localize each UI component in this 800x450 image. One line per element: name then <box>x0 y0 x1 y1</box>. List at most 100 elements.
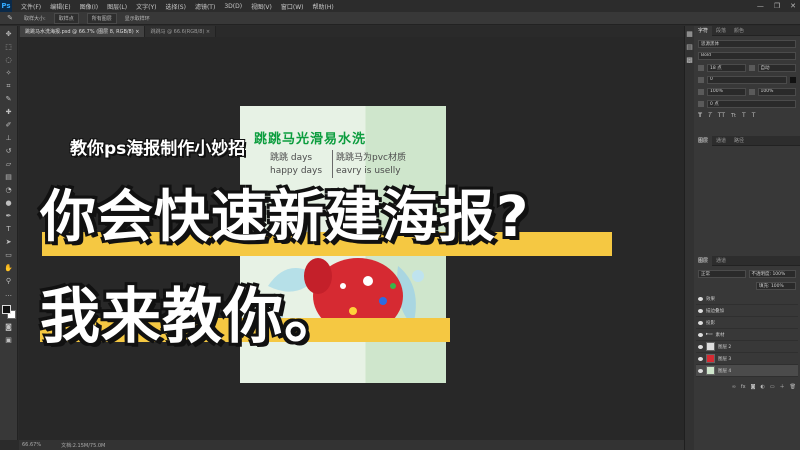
more-tools-icon[interactable]: … <box>3 289 15 299</box>
gradient-tool-icon[interactable]: ▤ <box>3 172 15 182</box>
close-icon[interactable]: ✕ <box>790 2 796 10</box>
font-size-field[interactable]: 18 点 <box>707 63 746 72</box>
quick-mask-icon[interactable]: ◙ <box>3 322 15 332</box>
eye-icon[interactable] <box>698 344 703 349</box>
history-panel-icon[interactable]: ▦ <box>686 29 694 39</box>
eye-icon[interactable] <box>698 356 703 361</box>
layer-row[interactable]: 图层 4 <box>696 365 798 377</box>
tracking-field[interactable]: 0 <box>707 75 787 84</box>
all-caps-icon[interactable]: TT <box>718 112 725 119</box>
menu-image[interactable]: 图像(I) <box>80 2 98 11</box>
eyedropper-tool-icon[interactable]: ✎ <box>3 94 15 104</box>
font-family-field[interactable]: 思源黑体 <box>698 39 796 48</box>
color-swatches[interactable] <box>1 305 16 319</box>
restore-icon[interactable]: ❐ <box>774 2 780 10</box>
sample-size-select[interactable]: 取样点 <box>53 12 79 24</box>
dodge-tool-icon[interactable]: ● <box>3 198 15 208</box>
sample-layers-select[interactable]: 所有图层 <box>86 12 117 24</box>
healing-tool-icon[interactable]: ✚ <box>3 107 15 117</box>
layer-row[interactable]: ▸▭ 素材 <box>696 329 798 341</box>
mask-icon[interactable]: ◙ <box>751 384 756 390</box>
tab-channels[interactable]: 通道 <box>712 257 730 264</box>
hand-tool-icon[interactable]: ✋ <box>3 263 15 273</box>
strikethrough-icon[interactable]: T <box>752 112 756 119</box>
baseline-shift-field[interactable]: 0 点 <box>707 99 796 108</box>
menu-type[interactable]: 文字(Y) <box>136 2 156 11</box>
eye-icon[interactable] <box>698 368 703 373</box>
font-style-field[interactable]: Bold <box>698 51 796 60</box>
tab-color[interactable]: 颜色 <box>730 27 748 34</box>
new-layer-icon[interactable]: ＋ <box>780 383 785 390</box>
adjustment-icon[interactable]: ◐ <box>761 384 765 390</box>
leading-icon <box>748 64 755 71</box>
pen-tool-icon[interactable]: ✒ <box>3 211 15 221</box>
small-caps-icon[interactable]: Tt <box>731 113 736 119</box>
faux-italic-icon[interactable]: T <box>708 112 712 119</box>
brush-tool-icon[interactable]: ✐ <box>3 120 15 130</box>
history-brush-icon[interactable]: ↺ <box>3 146 15 156</box>
tab-paths-mid[interactable]: 路径 <box>730 137 748 144</box>
menu-window[interactable]: 窗口(W) <box>281 2 304 11</box>
stamp-tool-icon[interactable]: ⊥ <box>3 133 15 143</box>
layer-row[interactable]: 效果 <box>696 293 798 305</box>
document-tab[interactable]: 跳跳马水洗海报.psd @ 66.7% (图层 8, RGB/8) × <box>20 26 146 37</box>
zoom-level[interactable]: 66.67% <box>22 442 41 448</box>
layer-row[interactable]: 描边叠加 <box>696 305 798 317</box>
underline-icon[interactable]: T <box>742 112 746 119</box>
trash-icon[interactable]: 🗑 <box>790 384 796 390</box>
crop-tool-icon[interactable]: ⌗ <box>3 81 15 91</box>
menu-layer[interactable]: 图层(L) <box>107 2 127 11</box>
vertical-scale-field[interactable]: 100% <box>707 87 746 96</box>
lasso-tool-icon[interactable]: ◌ <box>3 55 15 65</box>
type-tool-icon[interactable]: T <box>3 224 15 234</box>
tab-character[interactable]: 字符 <box>694 25 713 36</box>
horizontal-scale-field[interactable]: 100% <box>757 87 796 96</box>
eye-icon[interactable] <box>698 332 703 337</box>
color-swatch-icon[interactable] <box>790 76 796 83</box>
menu-file[interactable]: 文件(F) <box>21 2 41 11</box>
shape-tool-icon[interactable]: ▭ <box>3 250 15 260</box>
zoom-tool-icon[interactable]: ⚲ <box>3 276 15 286</box>
tab-paragraph[interactable]: 段落 <box>712 27 730 34</box>
faux-bold-icon[interactable]: T <box>698 112 702 119</box>
show-ring-checkbox[interactable]: 显示取样环 <box>125 15 150 22</box>
properties-panel-icon[interactable]: ▤ <box>686 42 694 52</box>
minimize-icon[interactable]: — <box>757 2 764 10</box>
fx-icon[interactable]: fx <box>741 384 746 390</box>
marquee-tool-icon[interactable]: ⬚ <box>3 42 15 52</box>
screen-mode-icon[interactable]: ▣ <box>3 335 15 345</box>
layer-name: 描边叠加 <box>706 308 724 314</box>
menu-3d[interactable]: 3D(D) <box>224 3 242 10</box>
layer-row[interactable]: 图层 2 <box>696 341 798 353</box>
eyedropper-icon[interactable]: ✎ <box>4 13 16 23</box>
eye-icon[interactable] <box>698 308 703 313</box>
layer-name: 素材 <box>715 332 725 338</box>
path-select-tool-icon[interactable]: ➤ <box>3 237 15 247</box>
move-tool-icon[interactable]: ✥ <box>3 29 15 39</box>
menu-select[interactable]: 选择(S) <box>165 2 186 11</box>
menu-filter[interactable]: 滤镜(T) <box>195 2 215 11</box>
eraser-tool-icon[interactable]: ▱ <box>3 159 15 169</box>
blend-mode-select[interactable]: 正常 <box>698 269 746 278</box>
menu-view[interactable]: 视图(V) <box>251 2 272 11</box>
layer-row[interactable]: 图层 3 <box>696 353 798 365</box>
eye-icon[interactable] <box>698 320 703 325</box>
leading-field[interactable]: 自动 <box>757 63 796 72</box>
foreground-color-swatch[interactable] <box>1 305 11 314</box>
tab-channels-mid[interactable]: 通道 <box>712 137 730 144</box>
eye-icon[interactable] <box>698 296 703 301</box>
opacity-field[interactable]: 不透明度: 100% <box>748 269 796 278</box>
menu-edit[interactable]: 编辑(E) <box>50 2 70 11</box>
panel-icon-strip: ▦ ▤ ▩ <box>684 26 694 450</box>
tab-layers[interactable]: 图层 <box>694 255 713 266</box>
magic-wand-tool-icon[interactable]: ✧ <box>3 68 15 78</box>
new-group-icon[interactable]: ▭ <box>770 384 775 390</box>
document-tab[interactable]: 跳跳马 @ 66.6(RGB/8) × <box>145 26 217 37</box>
link-icon[interactable]: ∞ <box>732 384 736 390</box>
menu-help[interactable]: 帮助(H) <box>313 2 334 11</box>
swatches-panel-icon[interactable]: ▩ <box>686 55 694 65</box>
tab-layers-mid[interactable]: 图层 <box>694 135 713 146</box>
blur-tool-icon[interactable]: ◔ <box>3 185 15 195</box>
fill-field[interactable]: 填充: 100% <box>756 281 796 290</box>
layer-row[interactable]: 投影 <box>696 317 798 329</box>
